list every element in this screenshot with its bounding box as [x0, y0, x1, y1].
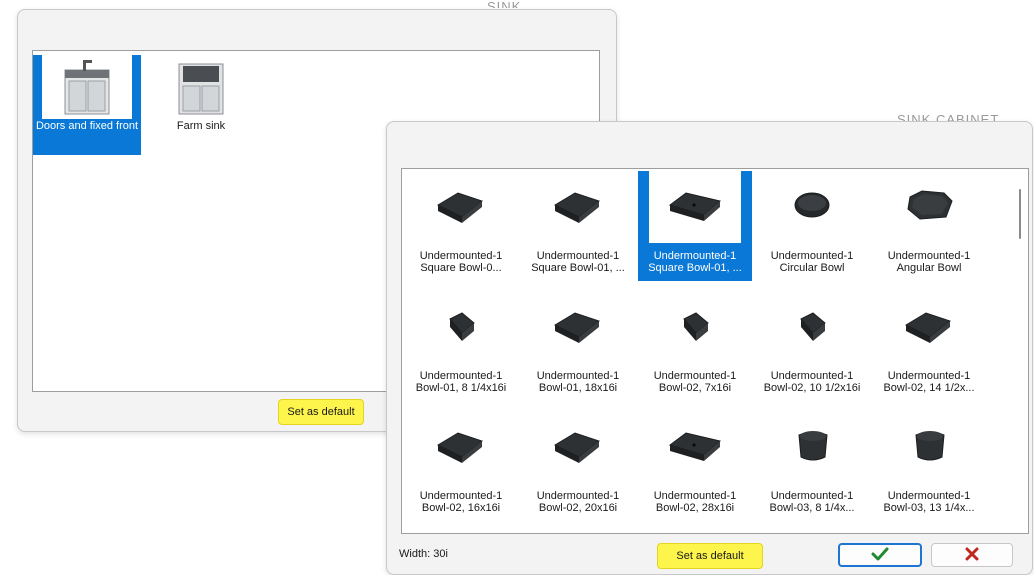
- sink-bowl-item[interactable]: Undermounted-1 Angular Bowl: [872, 171, 986, 281]
- background-title-fragment-2: SINK CABINET: [897, 113, 1000, 121]
- sink-bowl-label: Undermounted-1 Bowl-01, 18x16i: [536, 370, 620, 394]
- sink-bowl-label: Undermounted-1 Bowl-03, 8 1/4x...: [769, 490, 855, 514]
- sink-bowl-label: Undermounted-1 Bowl-02, 20x16i: [536, 490, 620, 514]
- sink-bowl-label: Undermounted-1 Bowl-02, 7x16i: [653, 370, 737, 394]
- sink-bowl-tub-icon: [766, 411, 858, 483]
- sink-bowl-narrow-icon: [766, 291, 858, 363]
- sink-bowl-square-icon: [532, 291, 624, 363]
- set-as-default-button[interactable]: Set as default: [657, 543, 763, 569]
- sink-bowl-label: Undermounted-1 Bowl-02, 16x16i: [419, 490, 503, 514]
- cabinet-item-farm-sink[interactable]: Farm sink: [151, 55, 251, 155]
- sink-bowl-label: Undermounted-1 Bowl-02, 28x16i: [653, 490, 737, 514]
- ok-button[interactable]: [838, 543, 922, 567]
- sink-bowl-label: Undermounted-1 Angular Bowl: [887, 250, 971, 274]
- sink-bowl-item[interactable]: Undermounted-1 Square Bowl-01, ...: [638, 171, 752, 281]
- sink-bowl-item[interactable]: Undermounted-1 Bowl-02, 28x16i: [638, 411, 752, 521]
- sink-bowl-angular-icon: [883, 171, 975, 243]
- sink-bowl-square-icon: [532, 411, 624, 483]
- sink-bowl-label: Undermounted-1 Bowl-01, 8 1/4x16i: [415, 370, 507, 394]
- sink-bowl-item[interactable]: Undermounted-1 Bowl-02, 10 1/2x16i: [755, 291, 869, 401]
- sink-bowl-item[interactable]: Undermounted-1 Bowl-02, 7x16i: [638, 291, 752, 401]
- sink-bowl-item[interactable]: Undermounted-1 Bowl-03, 13 1/4x...: [872, 411, 986, 521]
- checkmark-icon: [871, 547, 889, 564]
- sink-bowl-item[interactable]: Undermounted-1 Bowl-03, 8 1/4x...: [755, 411, 869, 521]
- farm-sink-cabinet-icon: [156, 55, 246, 119]
- sink-cabinet-icon: [42, 55, 132, 119]
- sink-bowl-round-icon: [766, 171, 858, 243]
- cabinet-item-label: Farm sink: [176, 120, 226, 132]
- sink-bowl-label: Undermounted-1 Bowl-02, 10 1/2x16i: [763, 370, 861, 394]
- cabinet-item-doors-fixed-front[interactable]: Doors and fixed front: [33, 55, 141, 155]
- sink-bowl-square-icon: [532, 171, 624, 243]
- scroll-thumb[interactable]: [1019, 189, 1021, 239]
- sink-bowl-square-icon: [415, 171, 507, 243]
- sink-bowl-item[interactable]: Undermounted-1 Square Bowl-0...: [404, 171, 518, 281]
- sink-bowl-grid: Undermounted-1 Square Bowl-0... Undermoun…: [401, 168, 1029, 534]
- sink-bowl-item[interactable]: Undermounted-1 Square Bowl-01, ...: [521, 171, 635, 281]
- sink-bowl-label: Undermounted-1 Square Bowl-01, ...: [531, 250, 625, 274]
- sink-bowl-label: Undermounted-1 Circular Bowl: [770, 250, 854, 274]
- sink-bowl-wide-icon: [649, 171, 741, 243]
- sink-bowl-wide-icon: [649, 411, 741, 483]
- sink-bowl-item[interactable]: Undermounted-1 Bowl-02, 16x16i: [404, 411, 518, 521]
- sink-bowl-label: Undermounted-1 Bowl-02, 14 1/2x...: [883, 370, 975, 394]
- sink-bowl-label: Undermounted-1 Square Bowl-0...: [419, 250, 503, 274]
- sink-bowl-item[interactable]: Undermounted-1 Bowl-01, 8 1/4x16i: [404, 291, 518, 401]
- sink-bowl-item[interactable]: Undermounted-1 Bowl-01, 18x16i: [521, 291, 635, 401]
- vertical-scrollbar[interactable]: [1012, 169, 1028, 533]
- sink-bowl-label: Undermounted-1 Bowl-03, 13 1/4x...: [883, 490, 975, 514]
- sink-bowl-dialog: Undermounted-1 Square Bowl-0... Undermoun…: [386, 121, 1033, 575]
- background-title-fragment: SINK CABINET: [487, 0, 522, 8]
- sink-bowl-narrow-icon: [649, 291, 741, 363]
- cancel-button[interactable]: [931, 543, 1013, 567]
- sink-bowl-item[interactable]: Undermounted-1 Circular Bowl: [755, 171, 869, 281]
- close-x-icon: [965, 547, 979, 564]
- sink-bowl-tub-icon: [883, 411, 975, 483]
- sink-bowl-square-icon: [883, 291, 975, 363]
- sink-bowl-square-icon: [415, 411, 507, 483]
- sink-bowl-label: Undermounted-1 Square Bowl-01, ...: [648, 250, 742, 274]
- sink-bowl-item[interactable]: Undermounted-1 Bowl-02, 14 1/2x...: [872, 291, 986, 401]
- width-status: Width: 30i: [399, 548, 448, 560]
- cabinet-item-label: Doors and fixed front: [35, 120, 139, 132]
- sink-bowl-narrow-icon: [415, 291, 507, 363]
- sink-bowl-item[interactable]: Undermounted-1 Bowl-02, 20x16i: [521, 411, 635, 521]
- set-as-default-button[interactable]: Set as default: [278, 399, 364, 425]
